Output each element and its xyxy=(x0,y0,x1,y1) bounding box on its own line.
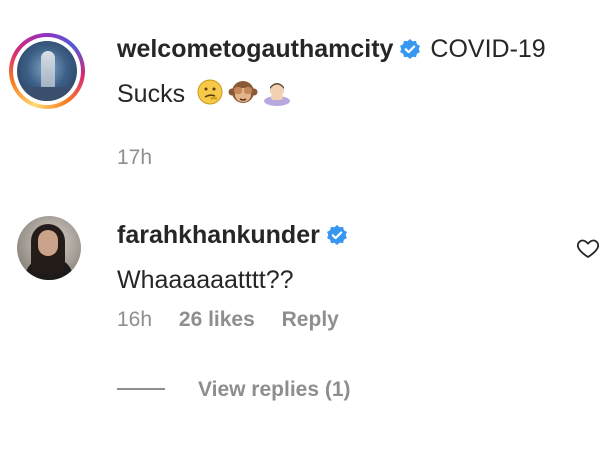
avatar-face xyxy=(38,230,58,256)
thinking-face-emoji-icon xyxy=(196,77,224,119)
avatar[interactable] xyxy=(17,41,77,101)
replies-divider-line xyxy=(117,388,165,390)
comment-meta: 17h xyxy=(117,146,173,170)
view-replies-label: View replies (1) xyxy=(198,378,351,401)
view-replies-button[interactable]: View replies (1) xyxy=(117,378,351,402)
avatar-floor xyxy=(17,87,77,101)
person-bowing-emoji-icon xyxy=(262,77,292,119)
likes-count[interactable]: 26 likes xyxy=(179,308,255,331)
comment-username[interactable]: farahkhankunder xyxy=(117,221,320,249)
avatar-figure xyxy=(41,51,55,89)
avatar[interactable] xyxy=(17,216,81,280)
comment-text-block: welcometogauthamcity COVID-19 Sucks xyxy=(117,28,587,119)
like-heart-icon[interactable] xyxy=(576,236,600,265)
comment-text: Whaaaaaatttt?? xyxy=(117,266,294,294)
reply-button[interactable]: Reply xyxy=(282,308,339,331)
verified-badge-icon xyxy=(399,31,421,73)
see-no-evil-monkey-emoji-icon xyxy=(228,77,258,119)
verified-badge-icon xyxy=(326,217,348,259)
comment-meta: 16h 26 likes Reply xyxy=(117,308,360,332)
story-ring[interactable] xyxy=(9,33,85,109)
comment-text-block: farahkhankunder Whaaaaaatttt?? xyxy=(117,214,587,301)
comment-text-line1: COVID-19 xyxy=(430,35,546,63)
comment-timestamp: 16h xyxy=(117,308,153,331)
comment-text-line2: Sucks xyxy=(117,80,186,108)
comment-username[interactable]: welcometogauthamcity xyxy=(117,35,393,63)
story-ring-inner xyxy=(13,37,81,105)
comment-timestamp: 17h xyxy=(117,146,153,169)
